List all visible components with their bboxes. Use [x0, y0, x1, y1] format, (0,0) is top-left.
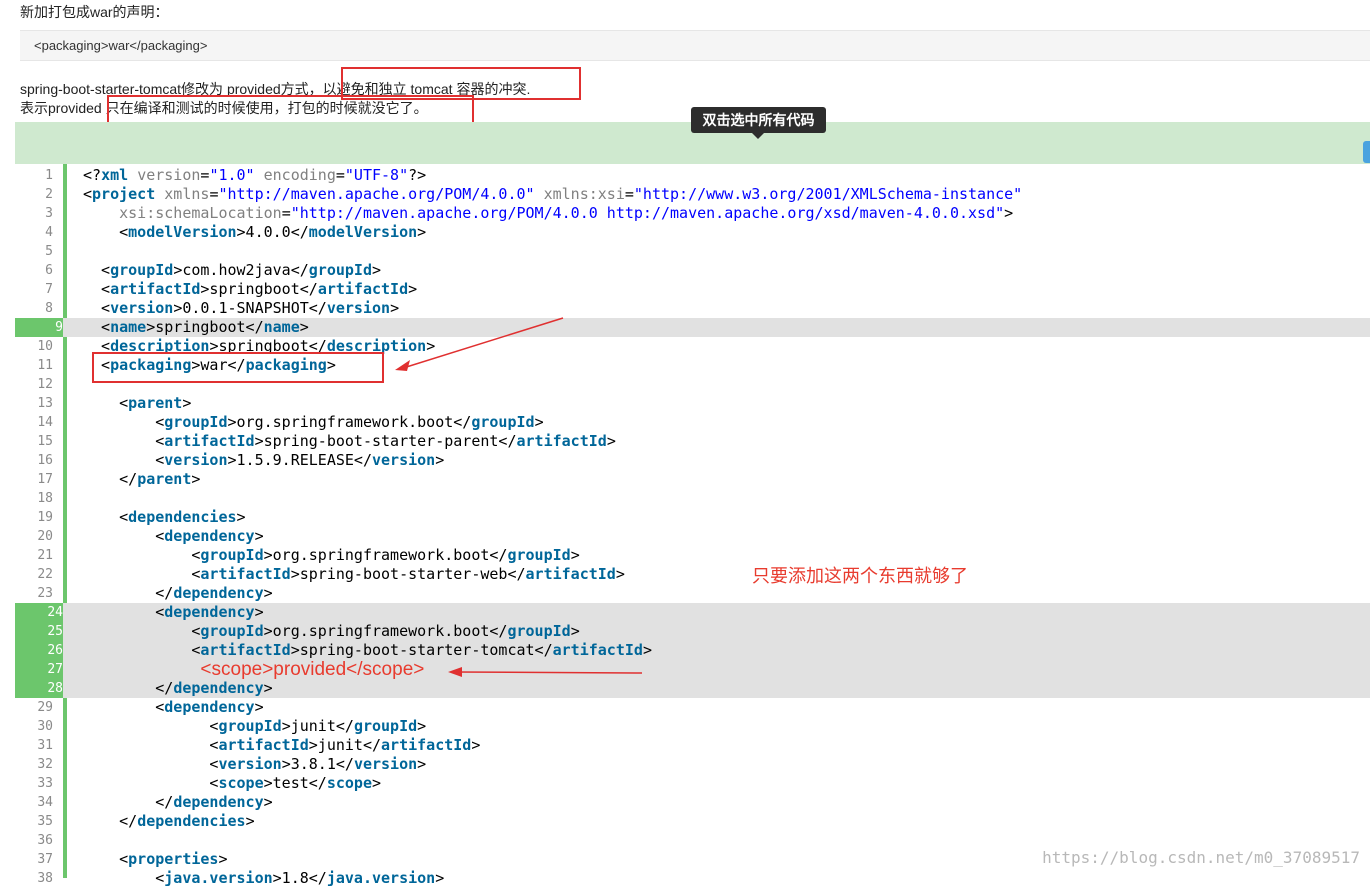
- arrow-line-packaging: [399, 317, 564, 370]
- arrow-line-scope: [454, 671, 643, 674]
- arrow-head-scope: [448, 667, 462, 677]
- arrow-head-packaging: [395, 360, 410, 371]
- annotation-arrows: [395, 317, 643, 677]
